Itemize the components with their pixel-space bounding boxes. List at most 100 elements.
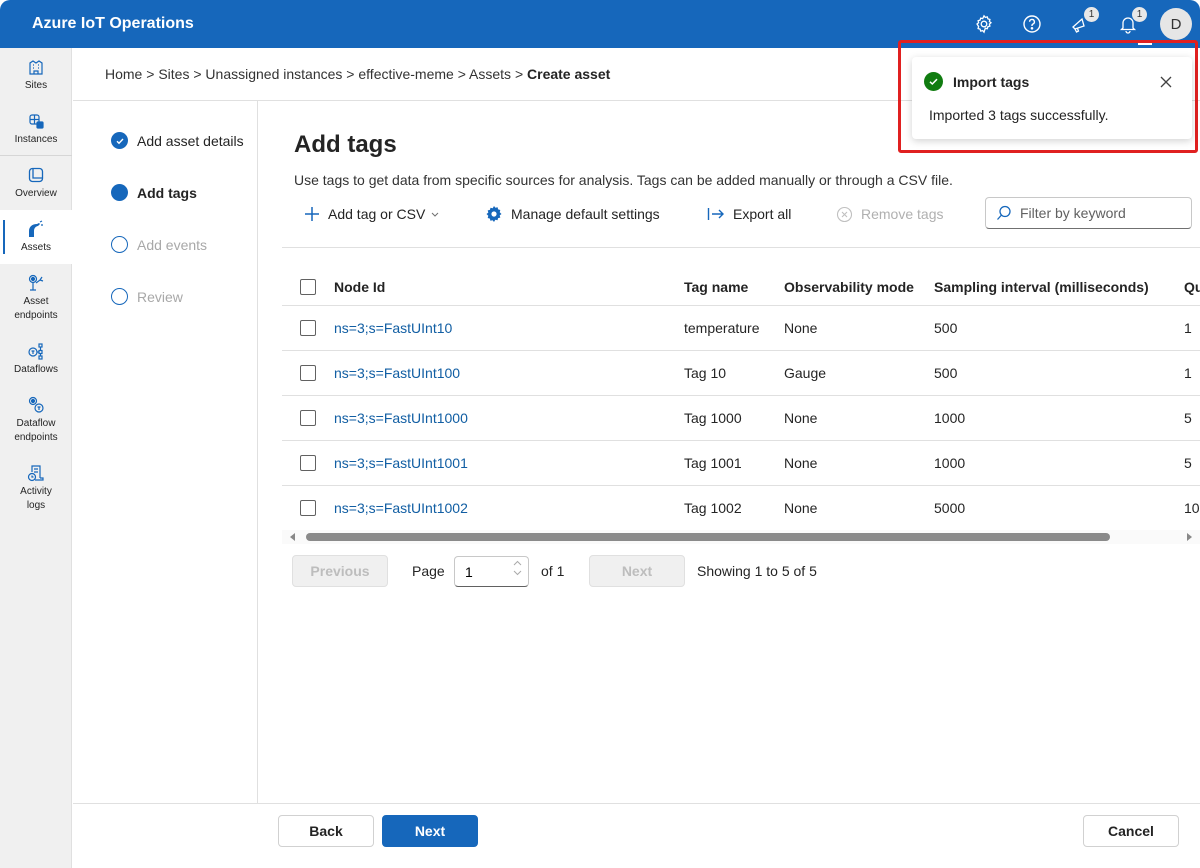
page-number-input[interactable]: [465, 563, 505, 580]
remove-tags-label: Remove tags: [861, 206, 944, 222]
step-label: Review: [137, 288, 183, 305]
page-description: Use tags to get data from specific sourc…: [294, 172, 953, 188]
select-all-checkbox[interactable]: [300, 278, 316, 295]
node-id-link[interactable]: ns=3;s=FastUInt1000: [334, 396, 468, 440]
queue-size-cell: 1: [1184, 365, 1192, 381]
step-add-events[interactable]: Add events: [111, 236, 207, 253]
next-page-button[interactable]: Next: [589, 555, 685, 587]
step-add-asset-details[interactable]: Add asset details: [111, 132, 244, 149]
column-header-sampling-interval[interactable]: Sampling interval (milliseconds): [934, 268, 1149, 305]
scrollbar-thumb[interactable]: [306, 533, 1110, 541]
breadcrumb-current: Create asset: [527, 66, 611, 82]
export-all-button[interactable]: Export all: [707, 203, 791, 225]
filter-search-box[interactable]: [985, 197, 1192, 229]
activity-log-icon: [27, 465, 44, 482]
notifications-button[interactable]: 1: [1116, 7, 1147, 36]
breadcrumb-unassigned-instances[interactable]: Unassigned instances: [205, 66, 342, 82]
remove-tags-button[interactable]: Remove tags: [836, 203, 943, 225]
previous-page-button[interactable]: Previous: [292, 555, 388, 587]
table-row: ns=3;s=FastUInt100 Tag 10 Gauge 500 1: [282, 351, 1200, 396]
row-checkbox[interactable]: [300, 320, 316, 336]
help-button[interactable]: [1020, 12, 1044, 36]
row-checkbox[interactable]: [300, 455, 316, 471]
next-button[interactable]: Next: [382, 815, 478, 847]
node-id-link[interactable]: ns=3;s=FastUInt10: [334, 306, 452, 350]
nav-item-assets[interactable]: Assets: [0, 210, 72, 264]
whats-new-button[interactable]: 1: [1068, 7, 1099, 36]
breadcrumb: Home > Sites > Unassigned instances > ef…: [105, 66, 610, 82]
breadcrumb-sites[interactable]: Sites: [158, 66, 189, 82]
manage-default-settings-button[interactable]: Manage default settings: [485, 203, 660, 225]
gear-icon: [486, 206, 502, 222]
breadcrumb-separator: >: [346, 66, 355, 82]
page-number-stepper[interactable]: [454, 556, 529, 587]
tag-name-cell: Tag 1000: [684, 410, 742, 426]
queue-size-cell: 5: [1184, 455, 1192, 471]
observability-mode-cell: None: [784, 410, 818, 426]
manage-settings-label: Manage default settings: [511, 206, 660, 222]
column-header-queue-size[interactable]: Qu: [1184, 268, 1200, 305]
breadcrumb-instance[interactable]: effective-meme: [358, 66, 453, 82]
step-add-tags[interactable]: Add tags: [111, 184, 197, 201]
export-icon: [707, 208, 724, 220]
robot-arm-icon: [29, 220, 43, 237]
sampling-interval-cell: 5000: [934, 500, 966, 516]
nav-item-instances[interactable]: Instances: [0, 112, 72, 156]
help-icon: [1023, 15, 1041, 33]
breadcrumb-separator: >: [193, 66, 202, 82]
dataflow-icon: [28, 343, 43, 360]
dataflow-endpoint-icon: [28, 396, 44, 413]
column-header-observability-mode[interactable]: Observability mode: [784, 268, 914, 305]
nav-item-overview[interactable]: Overview: [0, 166, 72, 210]
close-icon[interactable]: [1158, 74, 1174, 90]
left-nav: Sites Instances Overview Assets Asset en…: [0, 48, 72, 868]
whats-new-badge: 1: [1084, 7, 1099, 22]
filter-input[interactable]: [1020, 205, 1180, 221]
back-button[interactable]: Back: [278, 815, 374, 847]
overview-icon: [28, 167, 44, 183]
gear-icon: [976, 14, 993, 34]
scroll-right-icon[interactable]: [1187, 533, 1192, 541]
add-tag-or-csv-button[interactable]: Add tag or CSV: [304, 203, 440, 225]
nav-item-dataflow-endpoints[interactable]: Dataflow endpoints: [0, 396, 72, 452]
import-toast: Import tags Imported 3 tags successfully…: [912, 57, 1192, 139]
cancel-button[interactable]: Cancel: [1083, 815, 1179, 847]
breadcrumb-separator: >: [146, 66, 155, 82]
chevron-up-icon[interactable]: [513, 560, 522, 566]
user-avatar[interactable]: D: [1160, 8, 1192, 40]
tag-name-cell: Tag 1001: [684, 455, 742, 471]
tag-name-cell: temperature: [684, 320, 760, 336]
column-header-tag-name[interactable]: Tag name: [684, 268, 748, 305]
nav-item-activity-logs[interactable]: Activity logs: [0, 464, 72, 520]
step-label: Add events: [137, 236, 208, 253]
column-header-node-id[interactable]: Node Id: [334, 268, 385, 305]
row-checkbox[interactable]: [300, 500, 316, 516]
nav-label: Dataflows: [14, 364, 58, 375]
node-id-link[interactable]: ns=3;s=FastUInt1002: [334, 486, 468, 530]
breadcrumb-assets[interactable]: Assets: [469, 66, 511, 82]
step-review[interactable]: Review: [111, 288, 183, 305]
nav-item-asset-endpoints[interactable]: Asset endpoints: [0, 274, 72, 330]
node-id-link[interactable]: ns=3;s=FastUInt100: [334, 351, 460, 395]
table-row: ns=3;s=FastUInt10 temperature None 500 1: [282, 306, 1200, 351]
nav-item-sites[interactable]: Sites: [0, 58, 72, 102]
settings-button[interactable]: [972, 12, 996, 36]
instances-icon: [29, 114, 44, 129]
plus-icon: [305, 207, 319, 221]
breadcrumb-home[interactable]: Home: [105, 66, 142, 82]
row-checkbox[interactable]: [300, 365, 316, 381]
step-current-icon: [111, 184, 128, 201]
chevron-down-icon: [431, 212, 439, 217]
step-label: Add tags: [137, 184, 197, 201]
toast-title: Import tags: [953, 74, 1030, 90]
node-id-link[interactable]: ns=3;s=FastUInt1001: [334, 441, 468, 485]
horizontal-scrollbar[interactable]: [282, 530, 1200, 544]
notifications-badge: 1: [1132, 7, 1147, 22]
tags-table: Node Id Tag name Observability mode Samp…: [282, 268, 1200, 531]
row-checkbox[interactable]: [300, 410, 316, 426]
sampling-interval-cell: 500: [934, 320, 958, 336]
asset-endpoint-icon: [28, 274, 44, 291]
scroll-left-icon[interactable]: [290, 533, 295, 541]
nav-item-dataflows[interactable]: Dataflows: [0, 342, 72, 386]
chevron-down-icon[interactable]: [513, 570, 522, 576]
